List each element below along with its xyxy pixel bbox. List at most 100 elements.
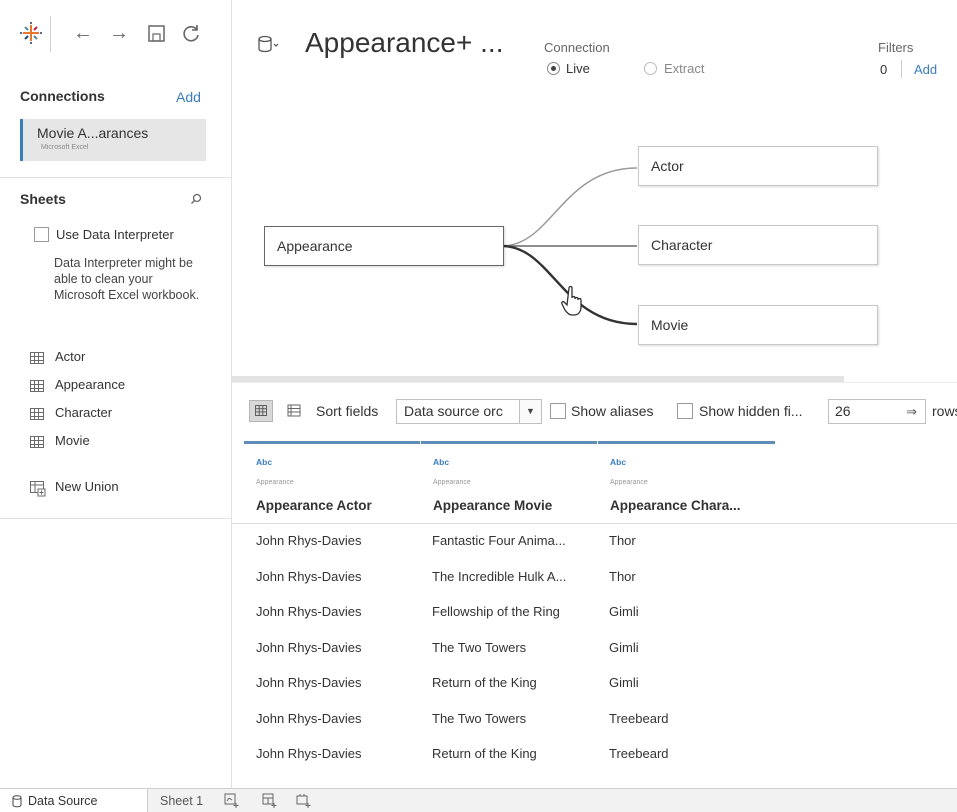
column-source: Appearance: [433, 479, 471, 486]
table-cell: John Rhys-Davies: [256, 533, 362, 548]
tab-data-source[interactable]: Data Source: [0, 789, 148, 812]
sheet-label: Actor: [55, 349, 86, 364]
connection-mode-label: Connection: [544, 40, 610, 55]
table-icon: [30, 436, 44, 448]
table-cell: John Rhys-Davies: [256, 675, 362, 690]
datasource-cylinder-icon: [12, 795, 22, 808]
add-connection-link[interactable]: Add: [176, 89, 201, 105]
rows-value: 26: [835, 403, 851, 419]
search-icon[interactable]: [188, 191, 204, 207]
refresh-icon[interactable]: [180, 22, 202, 44]
data-interpreter-checkbox[interactable]: [34, 227, 49, 242]
toolbar: ← →: [0, 0, 232, 80]
column-header-bar: [598, 441, 775, 444]
table-cell: John Rhys-Davies: [256, 639, 362, 655]
show-aliases-label[interactable]: Show aliases: [571, 403, 654, 419]
column-header-actor[interactable]: Abc Appearance Appearance Actor: [244, 441, 420, 523]
column-name: Appearance Movie: [433, 498, 553, 513]
string-type-icon[interactable]: Abc: [610, 457, 626, 467]
chevron-down-icon[interactable]: ▼: [519, 400, 541, 423]
table-actor[interactable]: Actor: [638, 146, 878, 186]
string-type-icon[interactable]: Abc: [256, 457, 272, 467]
data-interpreter-label[interactable]: Use Data Interpreter: [56, 227, 174, 242]
new-union-label: New Union: [55, 479, 119, 494]
tab-label: Data Source: [28, 794, 98, 808]
join-line-actor: [501, 167, 638, 247]
table-icon: [30, 408, 44, 420]
column-header-bar: [244, 441, 420, 444]
divider: [0, 177, 232, 178]
sort-fields-label: Sort fields: [316, 403, 379, 419]
new-story-icon[interactable]: [296, 793, 312, 809]
back-arrow-icon[interactable]: ←: [72, 22, 94, 44]
sheet-label: Appearance: [55, 377, 126, 392]
connection-type: Microsoft Excel: [41, 144, 89, 151]
sort-fields-value: Data source orc: [404, 403, 503, 419]
table-cell: The Two Towers: [432, 639, 527, 655]
list-view-icon[interactable]: [282, 400, 306, 422]
table-cell: Return of the King: [432, 675, 537, 690]
left-pane: ← → Connections Add Movie A...arances Mi…: [0, 0, 232, 788]
connection-item[interactable]: Movie A...arances Microsoft Excel: [20, 119, 206, 161]
tab-sheet1[interactable]: Sheet 1: [160, 789, 210, 812]
live-label[interactable]: Live: [566, 61, 590, 76]
sheets-title: Sheets: [20, 191, 66, 207]
sheet-label: Character: [55, 405, 113, 420]
table-cell: Fantastic Four Anima...: [432, 533, 566, 548]
data-interpreter-description: Data Interpreter might be able to clean …: [54, 256, 200, 302]
table-cell: John Rhys-Davies: [256, 710, 362, 726]
add-filter-link[interactable]: Add: [914, 62, 937, 77]
apply-arrow-icon[interactable]: ⇒: [906, 400, 917, 423]
extract-radio[interactable]: [644, 62, 657, 75]
string-type-icon[interactable]: Abc: [433, 457, 449, 467]
sheet-tab-bar: Data Source Sheet 1: [0, 788, 957, 812]
column-header-bar: [421, 441, 597, 444]
column-name: Appearance Actor: [256, 498, 372, 513]
table-cell: Gimli: [609, 604, 639, 619]
filters-separator: [901, 60, 902, 78]
table-icon: [30, 380, 44, 392]
sheet-label: Movie: [55, 433, 90, 448]
table-cell: John Rhys-Davies: [256, 604, 362, 619]
toolbar-separator: [50, 16, 51, 52]
table-movie[interactable]: Movie: [638, 305, 878, 345]
new-worksheet-icon[interactable]: [224, 793, 240, 809]
show-hidden-fields-label[interactable]: Show hidden fi...: [699, 403, 803, 419]
table-cell: Return of the King: [432, 746, 537, 761]
column-source: Appearance: [610, 479, 648, 486]
column-header-movie[interactable]: Abc Appearance Appearance Movie: [421, 441, 597, 523]
table-appearance[interactable]: Appearance: [264, 226, 504, 266]
table-cell: The Incredible Hulk A...: [432, 568, 567, 584]
extract-label[interactable]: Extract: [664, 61, 704, 76]
divider: [0, 518, 232, 519]
table-icon: [30, 352, 44, 364]
rows-input[interactable]: 26 ⇒: [828, 399, 926, 424]
table-cell: John Rhys-Davies: [256, 568, 362, 584]
table-cell: Treebeard: [609, 746, 669, 761]
connection-name: Movie A...arances: [37, 125, 149, 141]
table-cell: Thor: [609, 568, 636, 584]
live-radio[interactable]: [547, 62, 560, 75]
table-cell: Gimli: [609, 675, 639, 690]
datasource-cylinder-icon[interactable]: [258, 34, 280, 56]
hand-cursor-icon: [561, 285, 582, 316]
new-dashboard-icon[interactable]: [262, 793, 278, 809]
rows-label: rows: [932, 403, 957, 419]
divider: [232, 523, 957, 524]
tableau-logo-icon[interactable]: [20, 22, 42, 44]
sort-fields-select[interactable]: Data source orc ▼: [396, 399, 542, 424]
forward-arrow-icon[interactable]: →: [108, 22, 130, 44]
show-hidden-fields-checkbox[interactable]: [677, 403, 693, 419]
table-cell: The Two Towers: [432, 710, 527, 726]
table-cell: Gimli: [609, 639, 639, 655]
save-icon[interactable]: [146, 22, 168, 44]
column-header-character[interactable]: Abc Appearance Appearance Chara...: [598, 441, 775, 523]
table-cell: Fellowship of the Ring: [432, 604, 560, 619]
table-cell: John Rhys-Davies: [256, 746, 362, 761]
datasource-title[interactable]: Appearance+ ...: [305, 27, 503, 59]
table-cell: Thor: [609, 533, 636, 548]
show-aliases-checkbox[interactable]: [550, 403, 566, 419]
new-union-icon: [30, 481, 46, 497]
table-character[interactable]: Character: [638, 225, 878, 265]
grid-view-icon[interactable]: [249, 400, 273, 422]
